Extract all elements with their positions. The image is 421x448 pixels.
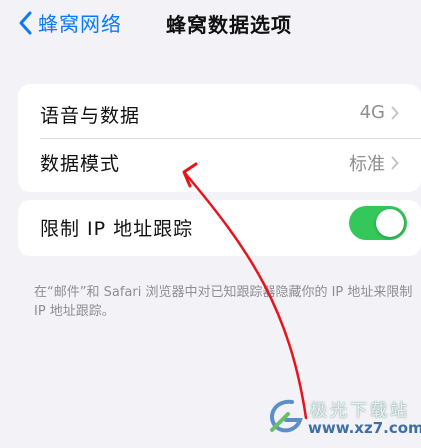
back-button[interactable]: 蜂窝网络 (16, 8, 122, 37)
chevron-left-icon (19, 11, 32, 34)
row-data-mode[interactable]: 数据模式 标准 (18, 136, 421, 188)
row-voice-data-value-text: 4G (359, 102, 385, 123)
row-data-mode-value: 标准 (349, 150, 399, 176)
navigation-bar: 蜂窝网络 蜂窝数据选项 (0, 0, 421, 44)
back-button-label: 蜂窝网络 (38, 12, 122, 36)
watermark-logo-icon (270, 399, 303, 433)
watermark-name: 极光下载站 (310, 401, 410, 421)
watermark-url: www.xz7.com (308, 419, 421, 437)
settings-group-cellular: 语音与数据 4G 数据模式 标准 (18, 84, 421, 192)
row-data-mode-label: 数据模式 (40, 153, 121, 175)
row-voice-data[interactable]: 语音与数据 4G (18, 88, 421, 140)
site-watermark: 极光下载站 www.xz7.com (262, 392, 421, 448)
settings-group-privacy: 限制 IP 地址跟踪 (18, 200, 421, 256)
row-data-mode-value-text: 标准 (349, 154, 385, 175)
limit-ip-tracking-toggle[interactable] (349, 206, 407, 240)
toggle-knob (376, 209, 404, 237)
chevron-right-icon (391, 106, 399, 119)
row-limit-ip-tracking-label: 限制 IP 地址跟踪 (40, 218, 194, 240)
limit-ip-tracking-footnote: 在“邮件”和 Safari 浏览器中对已知跟踪器隐藏你的 IP 地址来限制 IP… (34, 285, 413, 319)
row-limit-ip-tracking: 限制 IP 地址跟踪 (18, 200, 421, 252)
row-voice-data-label: 语音与数据 (40, 105, 141, 127)
row-voice-data-value: 4G (360, 102, 399, 123)
chevron-right-icon (391, 156, 399, 170)
page-title: 蜂窝数据选项 (166, 13, 292, 37)
